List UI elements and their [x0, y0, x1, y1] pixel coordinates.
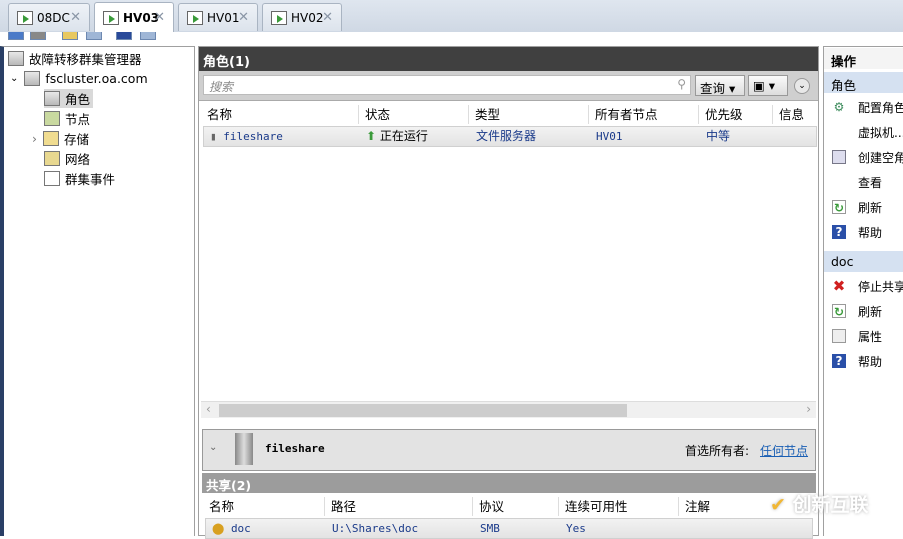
cluster-manager-icon	[8, 51, 24, 66]
scroll-left-icon[interactable]: ‹	[206, 402, 211, 416]
action-view[interactable]: 查看	[824, 170, 903, 194]
chevron-right-icon[interactable]: ›	[32, 131, 37, 146]
vm-icon	[103, 10, 119, 25]
file-server-icon	[235, 433, 253, 465]
shares-table-header: 名称 路径 协议 连续可用性 注解	[203, 497, 799, 516]
close-icon[interactable]: ✕	[70, 10, 81, 25]
tree-item-nodes[interactable]: 节点	[44, 109, 90, 128]
panel-icon[interactable]	[140, 32, 156, 40]
events-icon	[44, 171, 60, 186]
search-icon[interactable]: ⚲	[677, 77, 686, 91]
tree-item-storage[interactable]: › 存储	[32, 129, 89, 148]
save-query-button[interactable]: ▣ ▾	[748, 75, 788, 96]
folder-icon[interactable]	[62, 32, 78, 40]
watermark-logo-icon: ✔	[770, 494, 786, 516]
close-icon[interactable]: ✕	[238, 10, 249, 25]
server-icon: ▮	[210, 130, 217, 143]
refresh-icon: ↻	[832, 200, 846, 215]
query-button[interactable]: 查询 ▾	[695, 75, 745, 96]
chevron-down-icon[interactable]: ⌄	[10, 73, 18, 84]
close-icon[interactable]: ✕	[322, 10, 333, 25]
panel-icon[interactable]	[86, 32, 102, 40]
blank-icon	[832, 125, 846, 139]
action-configure-role[interactable]: ⚙配置角色...	[824, 95, 903, 119]
tab-08dc[interactable]: 08DC ✕	[8, 3, 90, 31]
refresh-icon: ↻	[832, 304, 846, 319]
storage-icon	[43, 131, 59, 146]
help-icon: ?	[832, 225, 846, 239]
running-icon: ⬆	[366, 129, 377, 143]
action-help[interactable]: ? 帮助	[824, 220, 903, 244]
nodes-icon	[44, 111, 60, 126]
tree-item-cluster-events[interactable]: 群集事件	[44, 169, 115, 188]
create-icon	[832, 150, 846, 164]
any-node-link[interactable]: 任何节点	[760, 442, 808, 459]
col-priority[interactable]: 优先级	[699, 105, 773, 124]
action-refresh[interactable]: ↻ 刷新	[824, 195, 903, 219]
horizontal-scrollbar[interactable]: ‹ ›	[201, 401, 816, 418]
roles-icon	[44, 91, 60, 106]
tree-item-networks[interactable]: 网络	[44, 149, 90, 168]
tab-hv03[interactable]: HV03 ✕	[94, 2, 174, 32]
action-properties[interactable]: 属性	[824, 324, 903, 348]
action-help-doc[interactable]: ? 帮助	[824, 349, 903, 373]
action-stop-sharing[interactable]: ✖ 停止共享	[824, 274, 903, 298]
search-input[interactable]: 搜索 ⚲	[203, 75, 691, 95]
col-status[interactable]: 状态	[359, 105, 469, 124]
vm-icon	[271, 10, 287, 25]
actions-pane: 操作 角色 ⚙配置角色... 虚拟机... 创建空角色 查看 ↻刷新 ?帮助 d…	[823, 46, 903, 536]
scroll-right-icon[interactable]: ›	[806, 402, 811, 416]
action-virtual-machines[interactable]: 虚拟机...	[824, 120, 903, 144]
tree-item-roles[interactable]: 角色	[44, 89, 94, 108]
network-icon	[44, 151, 60, 166]
tree-root[interactable]: 故障转移群集管理器	[8, 49, 142, 68]
tab-bar: 08DC ✕ HV03 ✕ HV01 ✕ HV02 ✕	[0, 0, 903, 32]
roles-table-header: 名称 状态 类型 所有者节点 优先级 信息	[201, 105, 817, 124]
toolbar	[0, 32, 903, 46]
actions-group-roles[interactable]: 角色	[824, 72, 903, 93]
col-name[interactable]: 名称	[201, 105, 359, 124]
tab-hv01[interactable]: HV01 ✕	[178, 3, 258, 31]
help-icon: ?	[832, 354, 846, 368]
expand-icon[interactable]: ⌄	[794, 78, 810, 94]
configure-icon: ⚙	[833, 100, 845, 114]
tree-cluster[interactable]: ⌄ fscluster.oa.com	[10, 69, 148, 88]
vm-icon	[17, 10, 33, 25]
properties-icon	[832, 329, 846, 343]
stop-icon: ✖	[832, 277, 846, 295]
close-icon[interactable]: ✕	[154, 10, 165, 25]
action-refresh-doc[interactable]: ↻ 刷新	[824, 299, 903, 323]
watermark: ✔ 创新互联	[770, 494, 869, 516]
cluster-icon	[24, 71, 41, 86]
blank-icon	[832, 175, 846, 189]
save-icon: ▣	[753, 78, 765, 93]
vm-icon	[187, 10, 203, 25]
share-icon: ⬤	[212, 522, 225, 535]
col-info[interactable]: 信息	[773, 105, 817, 124]
action-create-empty-role[interactable]: 创建空角色	[824, 145, 903, 169]
help-icon[interactable]	[116, 32, 132, 40]
back-icon[interactable]	[8, 32, 24, 40]
table-row[interactable]: ▮ fileshare ⬆ 正在运行 文件服务器 HV01 中等	[203, 126, 817, 147]
col-type[interactable]: 类型	[469, 105, 589, 124]
forward-icon[interactable]	[30, 32, 46, 40]
navigation-tree: 故障转移群集管理器 ⌄ fscluster.oa.com 角色 节点 › 存储 网络…	[0, 46, 195, 536]
tab-hv02[interactable]: HV02 ✕	[262, 3, 342, 31]
collapse-icon[interactable]: ⌄	[209, 442, 217, 453]
shares-title: 共享(2)	[202, 473, 816, 493]
scrollbar-thumb[interactable]	[219, 404, 627, 417]
col-owner[interactable]: 所有者节点	[589, 105, 699, 124]
roles-title: 角色(1)	[199, 47, 818, 71]
details-pane: ⌄ fileshare 首选所有者: 任何节点	[202, 429, 816, 471]
roles-panel: 角色(1) 搜索 ⚲ 查询 ▾ ▣ ▾ ⌄ 名称 状态 类型 所有者节点 优先级 …	[198, 46, 819, 539]
actions-group-doc[interactable]: doc	[824, 251, 903, 272]
